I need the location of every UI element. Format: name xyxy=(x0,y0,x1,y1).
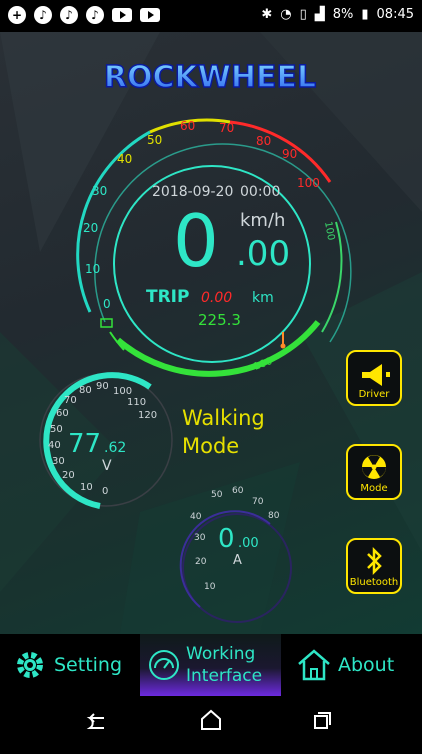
app-notification-icon: ♪ xyxy=(34,6,52,24)
apple-icon xyxy=(168,6,186,24)
nav-working-interface[interactable]: Working Interface xyxy=(140,634,281,696)
wifi-icon: ◔ xyxy=(280,7,292,22)
nav-about-label: About xyxy=(338,654,395,676)
voltage-scale-label: 10 xyxy=(80,482,93,493)
riding-mode-label: Walking Mode xyxy=(182,404,265,460)
add-notification-icon: + xyxy=(8,6,26,24)
date-display: 2018-09-20 xyxy=(152,184,233,200)
voltage-scale-label: 70 xyxy=(64,395,77,406)
voltage-scale-label: 30 xyxy=(52,456,65,467)
voltage-scale-label: 50 xyxy=(50,424,63,435)
voltage-unit: V xyxy=(102,458,112,474)
mode-line-1: Walking xyxy=(182,406,265,430)
voltage-scale-label: 20 xyxy=(62,470,75,481)
signal-icon: ▟ xyxy=(314,7,325,22)
driver-label: Driver xyxy=(358,389,390,400)
nav-about[interactable]: About xyxy=(282,634,422,696)
recent-apps-icon[interactable] xyxy=(314,712,331,729)
current-decimal: .00 xyxy=(238,536,259,551)
current-scale-label: 10 xyxy=(204,582,216,592)
current-value: 0 xyxy=(218,524,235,554)
time-display: 00:00 xyxy=(240,184,280,200)
app-notification-icon: ♪ xyxy=(86,6,104,24)
back-icon[interactable] xyxy=(86,713,104,729)
speedometer-icon xyxy=(149,650,179,680)
voltage-scale-label: 60 xyxy=(56,408,69,419)
trip-unit: km xyxy=(252,290,274,306)
odometer-value: 225.3 xyxy=(198,311,241,329)
voltage-scale-label: 110 xyxy=(127,397,146,408)
mode-line-2: Mode xyxy=(182,434,240,458)
nav-working-label-2: Interface xyxy=(186,666,263,686)
nav-setting-label: Setting xyxy=(54,654,123,676)
bluetooth-status-icon: ✱ xyxy=(261,7,273,22)
current-scale-label: 50 xyxy=(211,490,223,500)
bluetooth-label: Bluetooth xyxy=(349,577,399,588)
nav-setting[interactable]: Setting xyxy=(0,634,140,696)
speed-scale-label: 90 xyxy=(282,147,297,161)
notification-icons: + ♪ ♪ ♪ xyxy=(8,6,186,24)
youtube-icon xyxy=(140,8,160,22)
speed-scale-label: 80 xyxy=(256,134,271,148)
home-icon xyxy=(298,649,330,681)
voltage-scale-label: 0 xyxy=(102,486,108,497)
system-nav-icons xyxy=(86,709,331,730)
trip-label: TRIP xyxy=(146,287,189,307)
speed-scale-label: 40 xyxy=(117,152,132,166)
voltage-scale-label: 80 xyxy=(79,385,92,396)
mode-label: Mode xyxy=(360,483,388,494)
speed-value: 0 xyxy=(173,199,219,283)
app-notification-icon: ♪ xyxy=(60,6,78,24)
speed-scale-label: 20 xyxy=(83,221,98,235)
app-content: ROCKWHEEL 0 10 20 30 40 50 60 70 80 90 1… xyxy=(0,32,422,634)
youtube-icon xyxy=(112,8,132,22)
voltage-value: 77 xyxy=(68,429,101,459)
temp-scale-label: 100 xyxy=(322,221,336,242)
speed-scale-label: 10 xyxy=(85,262,100,276)
current-scale-label: 30 xyxy=(194,533,206,543)
current-scale-label: 60 xyxy=(232,486,244,496)
driver-button[interactable]: Driver xyxy=(346,350,402,406)
speed-scale-label: 100 xyxy=(297,176,320,190)
gear-icon xyxy=(17,652,43,678)
speed-scale-label: 60 xyxy=(180,119,195,133)
speed-unit: km/h xyxy=(240,210,285,231)
current-scale-label: 70 xyxy=(252,497,264,507)
status-bar: + ♪ ♪ ♪ ✱ ◔ ▯ ▟ 8% ▮ 08:45 xyxy=(0,0,422,32)
nav-working-label-1: Working xyxy=(186,644,256,664)
speed-scale-label: 0 xyxy=(103,297,111,311)
voltage-scale-label: 40 xyxy=(48,440,61,451)
current-scale-label: 80 xyxy=(268,511,280,521)
current-scale-label: 20 xyxy=(195,557,207,567)
voltage-scale-label: 100 xyxy=(113,386,132,397)
speed-scale-label: 50 xyxy=(147,133,162,147)
battery-icon: ▮ xyxy=(361,7,369,22)
current-scale-label: 40 xyxy=(190,512,202,522)
battery-percent: 8% xyxy=(332,7,354,22)
voltage-decimal: .62 xyxy=(104,440,126,456)
bottom-navigation: Setting Working Interface About xyxy=(0,634,422,696)
system-status: ✱ ◔ ▯ ▟ 8% ▮ 08:45 xyxy=(261,7,414,22)
bluetooth-button[interactable]: Bluetooth xyxy=(346,538,402,594)
voltage-scale-label: 120 xyxy=(138,410,157,421)
sim-icon: ▯ xyxy=(299,7,307,22)
battery-scale-label: 100 xyxy=(252,356,274,373)
home-button-icon[interactable] xyxy=(201,709,221,730)
current-unit: A xyxy=(233,553,242,568)
speed-decimal: .00 xyxy=(236,234,290,274)
speed-scale-label: 30 xyxy=(92,184,107,198)
mode-button[interactable]: Mode xyxy=(346,444,402,500)
system-navigation-bar xyxy=(0,696,422,750)
trip-value: 0.00 xyxy=(201,290,232,306)
voltage-scale-label: 90 xyxy=(96,381,109,392)
battery-small-icon xyxy=(100,318,113,328)
clock: 08:45 xyxy=(376,7,414,22)
speed-scale-label: 70 xyxy=(219,121,234,135)
